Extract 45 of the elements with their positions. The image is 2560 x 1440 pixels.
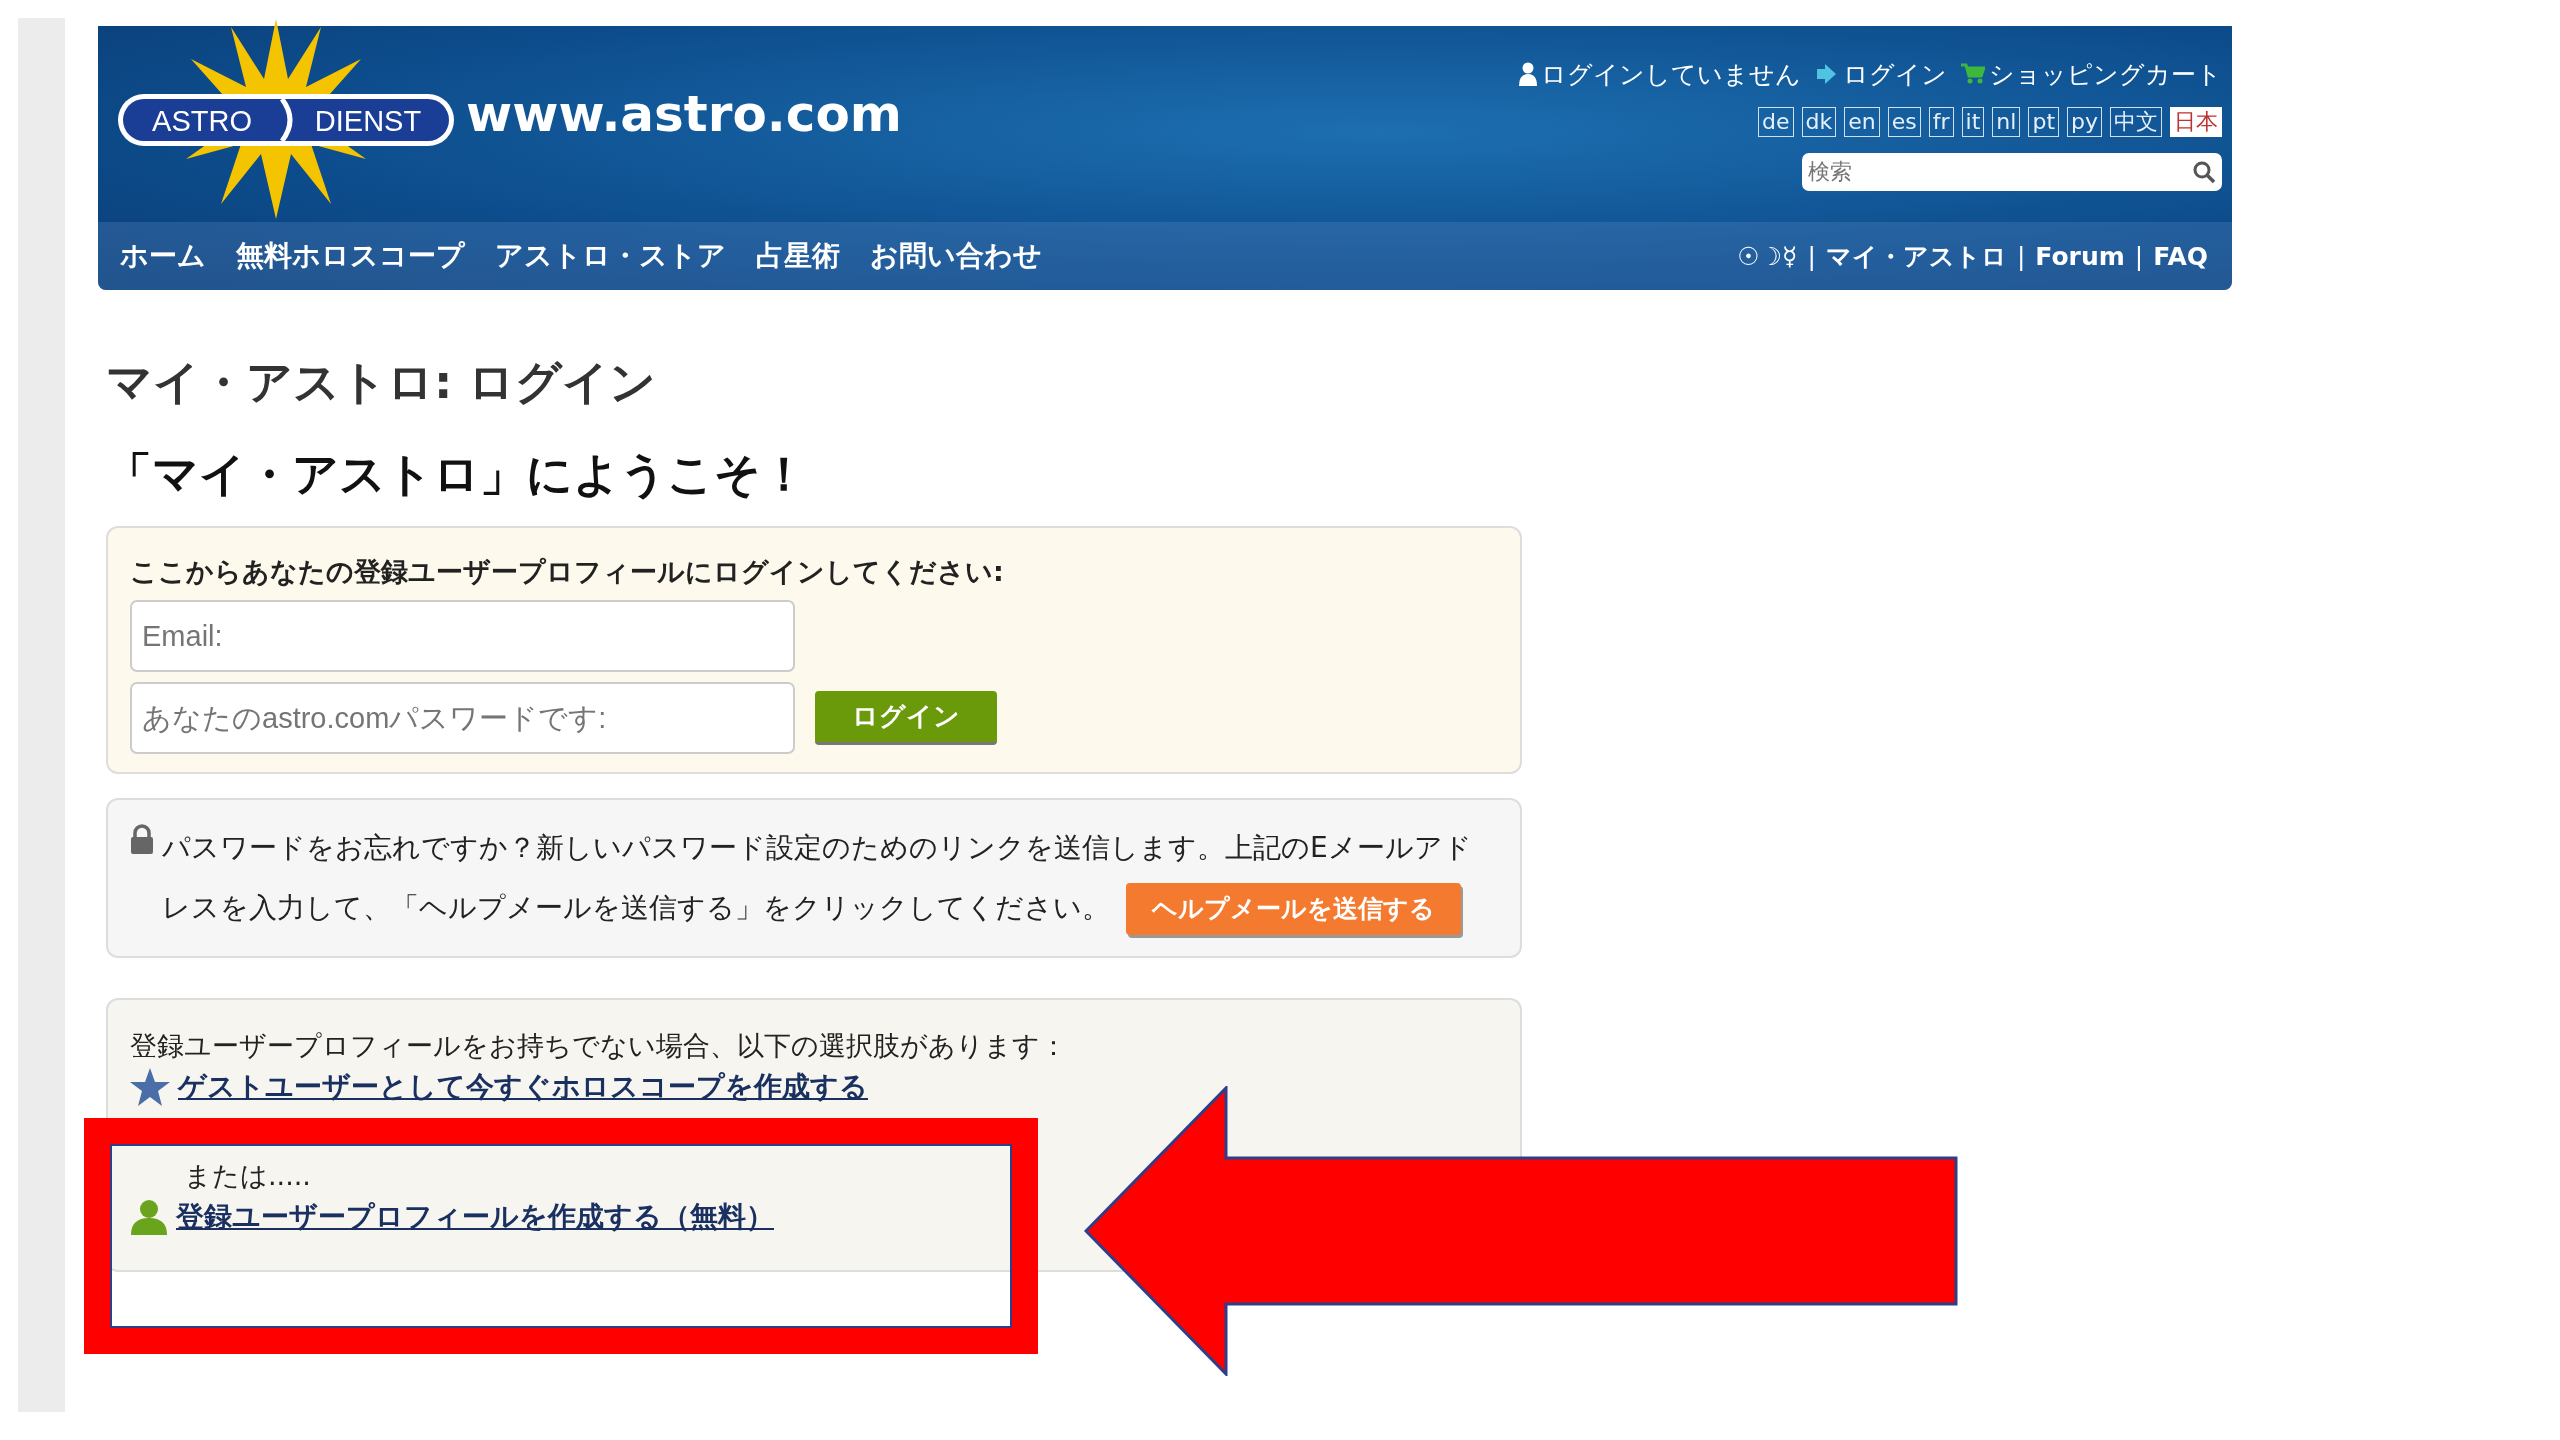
nav-link[interactable]: Forum	[2035, 241, 2125, 271]
user-icon	[1519, 62, 1537, 86]
language-link[interactable]: it	[1961, 106, 1985, 137]
nav-link[interactable]: 無料ホロスコープ	[236, 237, 465, 275]
guest-horoscope-link[interactable]: ゲストユーザーとして今すぐホロスコープを作成する	[178, 1068, 868, 1106]
language-link[interactable]: pt	[2028, 106, 2059, 137]
search-icon	[2192, 159, 2216, 184]
create-profile-link[interactable]: 登録ユーザープロフィールを作成する（無料）	[176, 1198, 774, 1236]
forgot-password-text: パスワードをお忘れですか？新しいパスワード設定のためのリンクを送信します。上記のEメールアドレスを入力して、「ヘルプメールを送信する」をクリックしてください。 ヘルプメールを送信する	[162, 818, 1498, 938]
register-intro: 登録ユーザープロフィールをお持ちでない場合、以下の選択肢があります：	[130, 1029, 1068, 1063]
language-link[interactable]: nl	[1992, 106, 2021, 137]
star-icon	[130, 1068, 170, 1106]
language-link[interactable]: ру	[2067, 106, 2102, 137]
cart-icon	[1961, 63, 1985, 85]
nav-link[interactable]: FAQ	[2153, 241, 2208, 271]
separator: |	[1807, 241, 1816, 271]
separator: |	[2134, 241, 2144, 271]
language-link[interactable]: de	[1758, 106, 1794, 137]
user-icon	[130, 1199, 168, 1235]
nav-link[interactable]: お問い合わせ	[870, 237, 1042, 275]
site-name: www.astro.com	[466, 85, 902, 143]
language-link[interactable]: en	[1844, 106, 1880, 137]
nav-link[interactable]: 占星術	[756, 237, 840, 275]
email-field[interactable]: Email:	[130, 600, 795, 672]
language-link[interactable]: dk	[1801, 106, 1837, 137]
nav-link[interactable]: アストロ・ストア	[495, 237, 726, 275]
language-link[interactable]: 日本	[2170, 106, 2222, 137]
nav-link[interactable]: マイ・アストロ	[1825, 239, 2007, 273]
language-link[interactable]: 中文	[2110, 106, 2162, 137]
language-link[interactable]: es	[1887, 106, 1921, 137]
header-link[interactable]: ログインしていません	[1519, 57, 1801, 91]
or-text: または.....	[184, 1159, 312, 1193]
separator: |	[2016, 241, 2026, 271]
header-link[interactable]: ログイン	[1815, 57, 1947, 91]
page-title: マイ・アストロ: ログイン	[106, 354, 658, 411]
login-prompt: ここからあなたの登録ユーザープロフィールにログインしてください:	[130, 555, 1005, 589]
planet-symbols-link[interactable]: ☉☽☿	[1737, 241, 1798, 271]
nav-link[interactable]: ホーム	[120, 237, 206, 275]
search-field[interactable]: 検索	[1802, 152, 2222, 191]
header-link[interactable]: ショッピングカート	[1961, 57, 2222, 91]
login-button[interactable]: ログイン	[815, 691, 997, 745]
lock-icon	[130, 824, 154, 854]
language-link[interactable]: fr	[1928, 106, 1954, 137]
welcome-heading: 「マイ・アストロ」にようこそ！	[106, 446, 808, 503]
password-field[interactable]: あなたのastro.comパスワードです:	[130, 682, 795, 754]
